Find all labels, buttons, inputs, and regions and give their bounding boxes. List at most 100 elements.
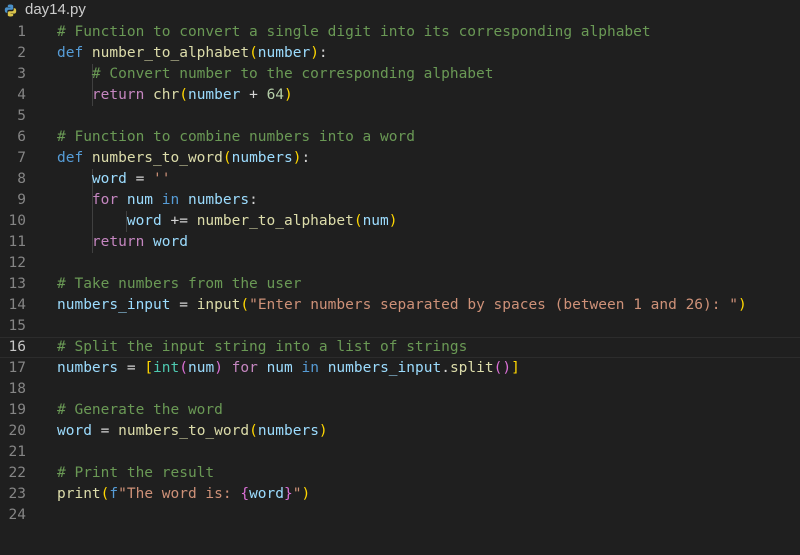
code-token: ( (222, 150, 232, 166)
code-text: return word (57, 232, 188, 253)
line-number: 2 (17, 45, 26, 61)
code-token: ) (318, 423, 328, 439)
line-number: 4 (17, 87, 26, 103)
code-token: = (126, 171, 154, 187)
code-editor[interactable]: day14.py 1 # Function to convert a single… (0, 0, 800, 555)
code-token: ) (388, 213, 398, 229)
code-text: for num in numbers: (57, 190, 258, 211)
code-token: 64 (266, 87, 285, 103)
code-line[interactable]: 1 # Function to convert a single digit in… (0, 22, 800, 43)
code-token: number (187, 87, 241, 103)
code-line[interactable]: 9 for num in numbers: (0, 190, 800, 211)
code-text: word += number_to_alphabet(num) (57, 211, 398, 232)
code-line[interactable]: 5 (0, 106, 800, 127)
code-token: word (57, 171, 127, 187)
code-line[interactable]: 11 return word (0, 232, 800, 253)
line-number: 3 (17, 66, 26, 82)
line-number: 23 (8, 486, 26, 502)
code-token: numbers (257, 423, 319, 439)
code-line[interactable]: 12 (0, 253, 800, 274)
code-text: numbers_input = input("Enter numbers sep… (57, 295, 747, 316)
code-line[interactable]: 17 numbers = [int(num) for num in numbers… (0, 358, 800, 379)
code-token: print (57, 486, 101, 502)
code-token: { (240, 486, 250, 502)
code-token: ( (240, 297, 250, 313)
code-text: # Print the result (57, 463, 214, 484)
code-line[interactable]: 7 def numbers_to_word(numbers): (0, 148, 800, 169)
code-token: "The word is: (118, 486, 241, 502)
code-token: numbers_to_word (118, 423, 250, 439)
code-line[interactable]: 10 word += number_to_alphabet(num) (0, 211, 800, 232)
code-line[interactable]: 21 (0, 442, 800, 463)
code-line[interactable]: 16 # Split the input string into a list o… (0, 337, 800, 358)
code-token: : (318, 45, 328, 61)
code-token: ] (511, 360, 520, 376)
python-file-icon (4, 4, 17, 17)
code-line[interactable]: 20 word = numbers_to_word(numbers) (0, 421, 800, 442)
code-text: # Convert number to the corresponding al… (57, 64, 494, 85)
code-token: '' (153, 171, 171, 187)
code-line[interactable]: 23 print(f"The word is: {word}") (0, 484, 800, 505)
code-text: numbers = [int(num) for num in numbers_i… (57, 358, 520, 379)
code-line[interactable]: 24 (0, 505, 800, 526)
line-number: 6 (17, 129, 26, 145)
code-line[interactable]: 14 numbers_input = input("Enter numbers s… (0, 295, 800, 316)
code-line[interactable]: 6 # Function to combine numbers into a wo… (0, 127, 800, 148)
code-line[interactable]: 8 word = '' (0, 169, 800, 190)
code-token: f (109, 486, 119, 502)
code-text: # Take numbers from the user (57, 274, 301, 295)
code-token: } (284, 486, 293, 502)
code-token: int (153, 360, 180, 376)
code-token: numbers (231, 150, 293, 166)
code-token: numbers_to_word (91, 150, 223, 166)
code-token: : (301, 150, 311, 166)
code-token: # Generate the word (57, 402, 223, 418)
code-token: numbers (57, 360, 119, 376)
code-line[interactable]: 13 # Take numbers from the user (0, 274, 800, 295)
line-number: 19 (8, 402, 26, 418)
code-line[interactable]: 22 # Print the result (0, 463, 800, 484)
code-line[interactable]: 4 return chr(number + 64) (0, 85, 800, 106)
line-number: 20 (8, 423, 26, 439)
code-line[interactable]: 15 (0, 316, 800, 337)
code-token: input (196, 297, 241, 313)
line-number: 8 (17, 171, 26, 187)
code-area[interactable]: 1 # Function to convert a single digit in… (0, 22, 800, 526)
line-number: 1 (17, 24, 26, 40)
code-token: for (57, 192, 127, 208)
line-number: 11 (8, 234, 26, 250)
code-token: + (240, 87, 267, 103)
code-line[interactable]: 18 (0, 379, 800, 400)
tab-filename[interactable]: day14.py (25, 1, 86, 19)
code-token: numbers (187, 192, 250, 208)
code-token: = (170, 297, 197, 313)
code-token: word (57, 213, 162, 229)
code-token: def (57, 45, 92, 61)
code-token: word (153, 234, 188, 250)
code-token: num (362, 213, 389, 229)
code-token: # Print the result (57, 465, 215, 481)
code-token: number_to_alphabet (196, 213, 354, 229)
code-token: def (57, 150, 92, 166)
code-token: ) (284, 87, 293, 103)
code-line[interactable]: 2 def number_to_alphabet(number): (0, 43, 800, 64)
code-text: def numbers_to_word(numbers): (57, 148, 310, 169)
code-line[interactable]: 19 # Generate the word (0, 400, 800, 421)
code-text: word = numbers_to_word(numbers) (57, 421, 328, 442)
code-line[interactable]: 3 # Convert number to the corresponding … (0, 64, 800, 85)
code-token: # Split the input string into a list of … (57, 339, 468, 355)
line-number: 13 (8, 276, 26, 292)
line-number: 18 (8, 381, 26, 397)
code-text: print(f"The word is: {word}") (57, 484, 310, 505)
code-text: return chr(number + 64) (57, 85, 293, 106)
code-token: return (57, 234, 154, 250)
code-token: # Function to combine numbers into a wor… (57, 129, 415, 145)
line-number: 7 (17, 150, 26, 166)
line-number: 17 (8, 360, 26, 376)
code-token: num (266, 360, 293, 376)
line-number: 10 (8, 213, 26, 229)
code-token: numbers_input (57, 297, 171, 313)
line-number: 21 (8, 444, 26, 460)
code-text: # Function to convert a single digit int… (57, 22, 651, 43)
code-token: numbers_input (327, 360, 442, 376)
